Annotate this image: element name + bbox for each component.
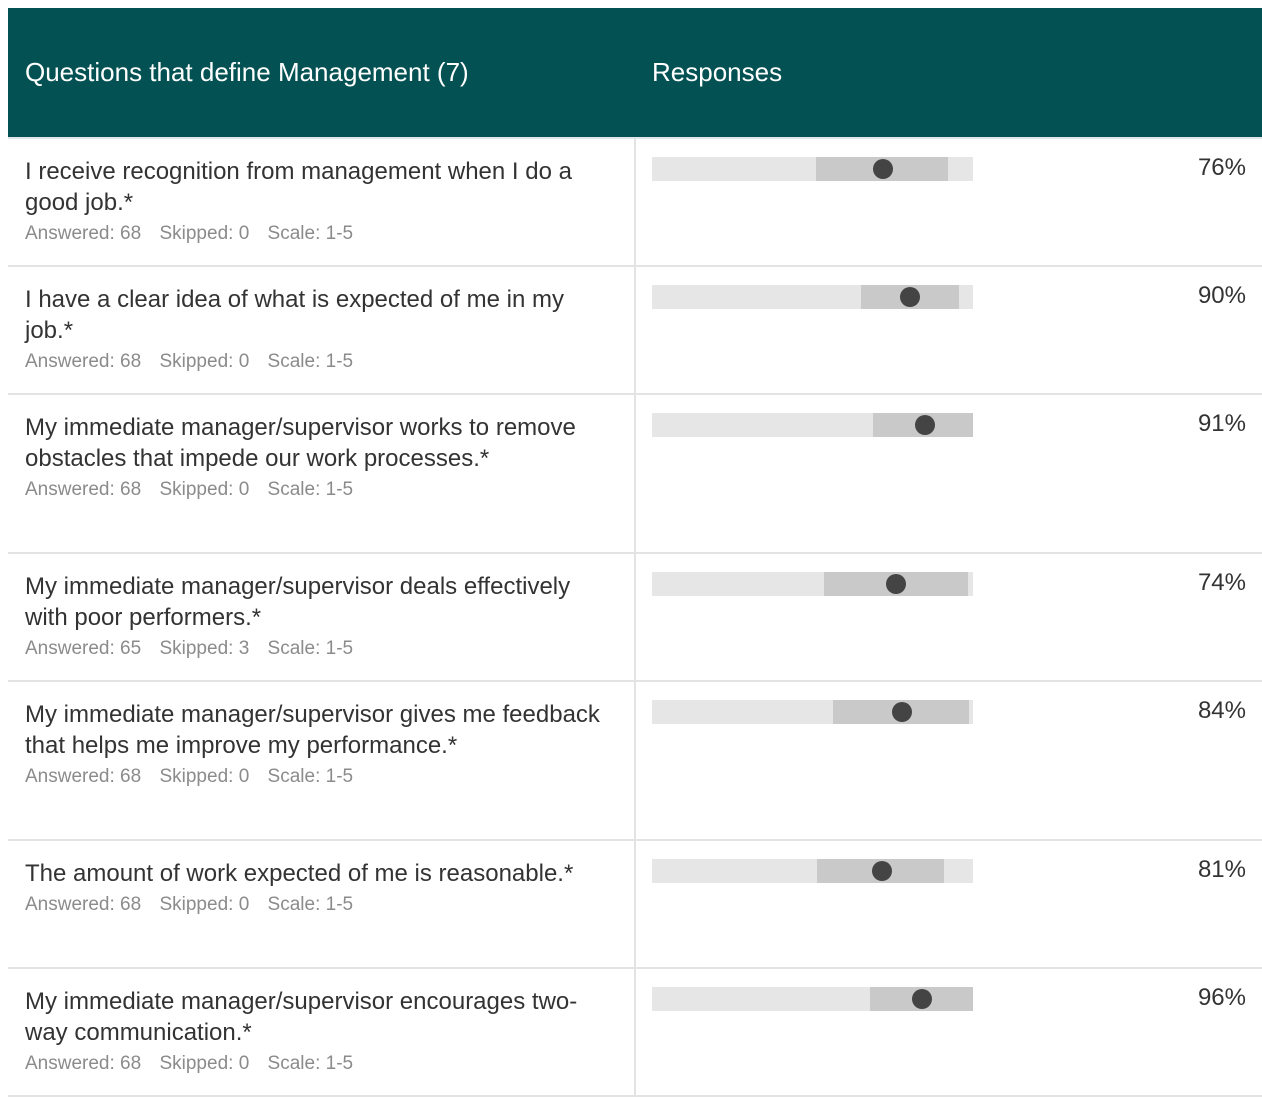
table-row[interactable]: I receive recognition from management wh… <box>8 139 1262 267</box>
response-cell: 74% <box>636 554 1262 680</box>
table-row[interactable]: My immediate manager/supervisor gives me… <box>8 682 1262 841</box>
table-header: Questions that define Management (7) Res… <box>8 8 1262 139</box>
answered-count: Answered: 68 <box>25 479 142 500</box>
response-cell: 96% <box>636 969 1262 1095</box>
scale-label: Scale: 1-5 <box>267 1053 354 1074</box>
response-bar[interactable] <box>652 700 973 724</box>
scale-label: Scale: 1-5 <box>267 766 354 787</box>
response-marker <box>886 574 906 594</box>
answered-count: Answered: 68 <box>25 894 142 915</box>
table-row[interactable]: My immediate manager/supervisor encourag… <box>8 969 1262 1097</box>
response-cell: 81% <box>636 841 1262 967</box>
question-cell: The amount of work expected of me is rea… <box>8 841 636 967</box>
skipped-count: Skipped: 0 <box>159 351 250 372</box>
question-text: The amount of work expected of me is rea… <box>25 860 574 887</box>
skipped-count: Skipped: 3 <box>159 638 250 659</box>
responses-column-header: Responses <box>652 57 783 87</box>
question-text: I have a clear idea of what is expected … <box>25 286 564 344</box>
answered-count: Answered: 68 <box>25 1053 142 1074</box>
response-percent: 74% <box>1197 569 1246 596</box>
response-cell: 76% <box>636 139 1262 265</box>
question-cell: My immediate manager/supervisor encourag… <box>8 969 636 1095</box>
question-cell: I receive recognition from management wh… <box>8 139 636 265</box>
management-questions-table: Questions that define Management (7) Res… <box>8 8 1262 1097</box>
scale-label: Scale: 1-5 <box>267 351 354 372</box>
scale-label: Scale: 1-5 <box>267 223 354 244</box>
question-cell: My immediate manager/supervisor gives me… <box>8 682 636 839</box>
response-percent: 84% <box>1197 697 1246 724</box>
skipped-count: Skipped: 0 <box>159 894 250 915</box>
question-meta: Answered: 68 Skipped: 0 Scale: 1-5 <box>25 222 614 246</box>
table-row[interactable]: I have a clear idea of what is expected … <box>8 267 1262 395</box>
response-cell: 90% <box>636 267 1262 393</box>
answered-count: Answered: 65 <box>25 638 142 659</box>
scale-label: Scale: 1-5 <box>267 479 354 500</box>
response-bar[interactable] <box>652 572 973 596</box>
response-marker <box>900 287 920 307</box>
skipped-count: Skipped: 0 <box>159 1053 250 1074</box>
question-cell: I have a clear idea of what is expected … <box>8 267 636 393</box>
response-marker <box>915 415 935 435</box>
question-meta: Answered: 68 Skipped: 0 Scale: 1-5 <box>25 1052 614 1076</box>
response-marker <box>873 159 893 179</box>
response-percent: 96% <box>1197 984 1246 1011</box>
response-percent: 81% <box>1197 856 1246 883</box>
question-text: My immediate manager/supervisor deals ef… <box>25 573 571 631</box>
question-meta: Answered: 68 Skipped: 0 Scale: 1-5 <box>25 893 614 917</box>
table-row[interactable]: My immediate manager/supervisor works to… <box>8 395 1262 554</box>
scale-label: Scale: 1-5 <box>267 894 354 915</box>
question-text: My immediate manager/supervisor gives me… <box>25 701 600 759</box>
questions-column-header: Questions that define Management (7) <box>25 57 469 87</box>
answered-count: Answered: 68 <box>25 351 142 372</box>
response-bar[interactable] <box>652 987 973 1011</box>
response-bar[interactable] <box>652 157 973 181</box>
response-percent: 76% <box>1197 154 1246 181</box>
question-text: My immediate manager/supervisor works to… <box>25 414 576 472</box>
response-cell: 84% <box>636 682 1262 839</box>
question-meta: Answered: 68 Skipped: 0 Scale: 1-5 <box>25 350 614 374</box>
response-bar[interactable] <box>652 413 973 437</box>
skipped-count: Skipped: 0 <box>159 479 250 500</box>
response-cell: 91% <box>636 395 1262 552</box>
question-meta: Answered: 68 Skipped: 0 Scale: 1-5 <box>25 765 614 789</box>
response-marker <box>912 989 932 1009</box>
question-text: I receive recognition from management wh… <box>25 158 572 216</box>
question-meta: Answered: 68 Skipped: 0 Scale: 1-5 <box>25 478 614 502</box>
table-row[interactable]: My immediate manager/supervisor deals ef… <box>8 554 1262 682</box>
scale-label: Scale: 1-5 <box>267 638 354 659</box>
response-marker <box>892 702 912 722</box>
response-percent: 90% <box>1197 282 1246 309</box>
table-body: I receive recognition from management wh… <box>8 139 1262 1097</box>
skipped-count: Skipped: 0 <box>159 766 250 787</box>
question-meta: Answered: 65 Skipped: 3 Scale: 1-5 <box>25 637 614 661</box>
response-percent: 91% <box>1197 410 1246 437</box>
response-bar[interactable] <box>652 859 973 883</box>
question-text: My immediate manager/supervisor encourag… <box>25 988 578 1046</box>
question-cell: My immediate manager/supervisor deals ef… <box>8 554 636 680</box>
table-row[interactable]: The amount of work expected of me is rea… <box>8 841 1262 969</box>
question-cell: My immediate manager/supervisor works to… <box>8 395 636 552</box>
answered-count: Answered: 68 <box>25 766 142 787</box>
skipped-count: Skipped: 0 <box>159 223 250 244</box>
response-marker <box>872 861 892 881</box>
answered-count: Answered: 68 <box>25 223 142 244</box>
response-bar[interactable] <box>652 285 973 309</box>
